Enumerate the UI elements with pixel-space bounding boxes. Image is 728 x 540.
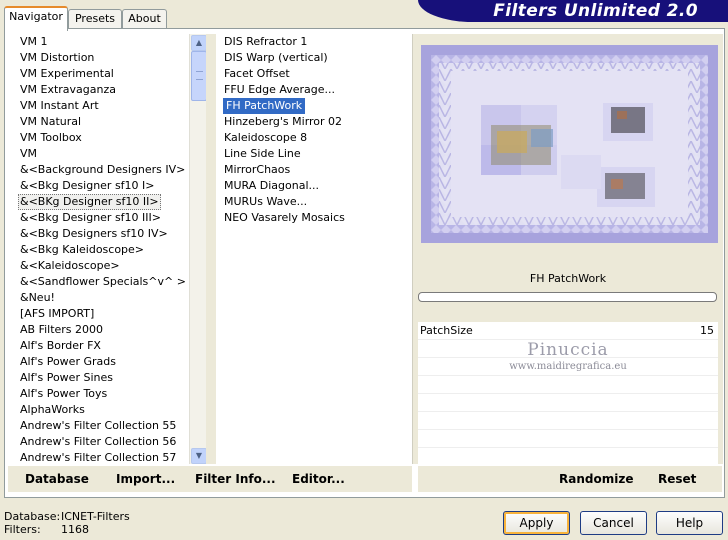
preview-canvas [421,45,718,243]
list-divider [206,34,216,464]
category-item[interactable]: VM [20,146,37,162]
filter-name-display: FH PatchWork [418,268,718,290]
grip-icon [195,71,203,80]
category-item[interactable]: &<Bkg Designer sf10 I> [20,178,155,194]
editor-button[interactable]: Editor... [292,466,345,492]
category-item[interactable]: Alf's Power Toys [20,386,107,402]
param-value[interactable]: 15 [700,324,714,337]
param-row-empty [418,376,718,394]
filter-info-button[interactable]: Filter Info... [195,466,276,492]
chevron-down-icon[interactable]: ▼ [191,448,206,464]
filter-item[interactable]: MURUs Wave... [224,194,307,210]
category-item[interactable]: &<Bkg Kaleidoscope> [20,242,144,258]
param-label: PatchSize [420,324,473,337]
app-title: Filters Unlimited 2.0 [493,1,698,21]
help-button[interactable]: Help [656,511,723,535]
tab-navigator[interactable]: Navigator [4,6,68,31]
title-banner: Filters Unlimited 2.0 [418,0,728,22]
category-item[interactable]: VM Distortion [20,50,94,66]
status-filters-label: Filters: [4,523,41,536]
import-button[interactable]: Import... [116,466,175,492]
category-item[interactable]: [AFS IMPORT] [20,306,94,322]
preview-image [421,45,718,243]
category-item[interactable]: &Neu! [20,290,55,306]
category-item[interactable]: Andrew's Filter Collection 55 [20,418,176,434]
filter-item[interactable]: FH PatchWork [223,98,306,114]
filter-item[interactable]: Facet Offset [224,66,290,82]
filter-item[interactable]: Hinzeberg's Mirror 02 [224,114,342,130]
tab-about[interactable]: About [122,9,167,29]
filter-item[interactable]: MirrorChaos [224,162,290,178]
database-button[interactable]: Database [25,466,89,492]
status-database-value: ICNET-Filters [61,510,130,523]
category-item[interactable]: Alf's Power Grads [20,354,116,370]
category-scrollbar[interactable]: ▲ ▼ [189,34,206,464]
filter-item[interactable]: DIS Warp (vertical) [224,50,328,66]
reset-button[interactable]: Reset [658,466,696,492]
param-row-empty [418,394,718,412]
category-list[interactable]: VM 1 VM Distortion VM Experimental VM Extra… [8,34,206,464]
category-item[interactable]: VM 1 [20,34,48,50]
filter-item[interactable]: FFU Edge Average... [224,82,335,98]
category-item[interactable]: VM Extravaganza [20,82,116,98]
cancel-button[interactable]: Cancel [580,511,647,535]
progress-bar [418,292,717,302]
category-item[interactable]: Andrew's Filter Collection 56 [20,434,176,450]
category-item[interactable]: VM Experimental [20,66,114,82]
scrollbar-thumb[interactable] [191,51,206,101]
status-filters-value: 1168 [61,523,89,536]
param-row-empty [418,448,718,464]
watermark-name: Pinuccia [527,340,609,360]
category-item[interactable]: VM Natural [20,114,81,130]
chevron-up-icon[interactable]: ▲ [191,35,206,51]
category-item[interactable]: AB Filters 2000 [20,322,103,338]
apply-button[interactable]: Apply [503,511,570,535]
filter-item[interactable]: DIS Refractor 1 [224,34,307,50]
category-item[interactable]: Alf's Border FX [20,338,101,354]
category-item[interactable]: Alf's Power Sines [20,370,113,386]
randomize-button[interactable]: Randomize [559,466,633,492]
status-database-label: Database: [4,510,61,523]
filter-list[interactable]: DIS Refractor 1 DIS Warp (vertical) Facet … [216,34,412,464]
category-item[interactable]: &<Background Designers IV> [20,162,185,178]
category-item[interactable]: &<Bkg Designer sf10 III> [20,210,161,226]
category-item[interactable]: VM Instant Art [20,98,99,114]
category-item[interactable]: Andrew's Filter Collection 57 [20,450,176,464]
category-item[interactable]: AlphaWorks [20,402,85,418]
param-row-empty [418,430,718,448]
filter-item[interactable]: MURA Diagonal... [224,178,319,194]
param-row[interactable]: PatchSize 15 [418,322,718,340]
category-item[interactable]: &<Bkg Designers sf10 IV> [20,226,168,242]
watermark-url: www.maidiregrafica.eu [509,361,627,372]
tab-presets[interactable]: Presets [68,9,122,29]
category-item[interactable]: &<BKg Designer sf10 II> [18,194,161,210]
param-row-empty [418,412,718,430]
category-item[interactable]: &<Kaleidoscope> [20,258,120,274]
bottom-bar-left: Database Import... Filter Info... Editor… [8,466,412,492]
category-item[interactable]: &<Sandflower Specials^v^ > [20,274,186,290]
filter-item[interactable]: NEO Vasarely Mosaics [224,210,345,226]
filter-item[interactable]: Line Side Line [224,146,301,162]
filter-item[interactable]: Kaleidoscope 8 [224,130,307,146]
bottom-bar-right: Randomize Reset [418,466,722,492]
category-item[interactable]: VM Toolbox [20,130,82,146]
